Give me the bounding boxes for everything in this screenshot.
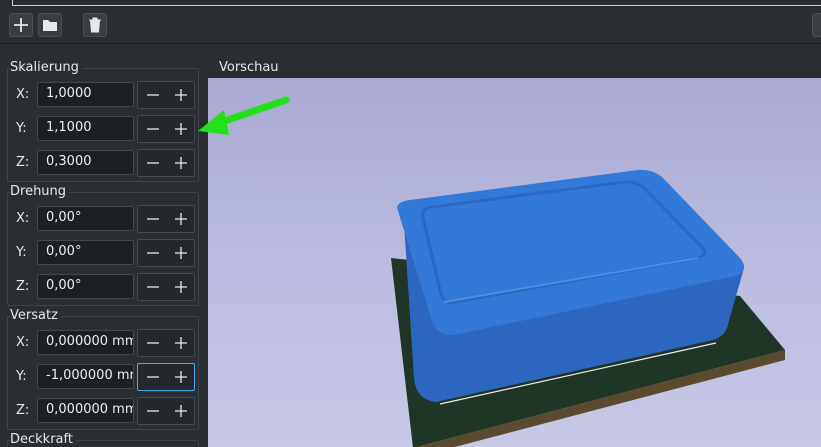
open-folder-button[interactable] [38,13,62,37]
plus-icon [175,281,187,293]
minus-icon [147,286,159,288]
add-button[interactable] [9,13,33,37]
plus-icon [175,89,187,101]
annotation-arrow-icon [198,96,290,135]
rotation-x-decrease-button[interactable] [139,206,167,232]
plus-icon [175,405,187,417]
scaling-row-z: Z: 0,3000 [0,149,200,177]
offset-row-z: Z: 0,000000 mm [0,397,200,425]
scaling-row-x: X: 1,0000 [0,81,200,109]
axis-label: X: [16,87,30,102]
rotation-x-stepper [137,205,195,233]
scale-y-increase-button[interactable] [167,116,195,142]
delete-button[interactable] [83,13,107,37]
minus-icon [147,162,159,164]
rotation-title: Drehung [10,184,70,199]
scaling-title: Skalierung [10,60,82,75]
offset-y-decrease-button[interactable] [139,364,167,390]
top-frame [12,0,821,6]
scale-z-input[interactable]: 0,3000 [37,150,134,175]
offset-x-input[interactable]: 0,000000 mm [37,330,134,355]
rotation-row-y: Y: 0,00° [0,239,200,267]
rotation-y-stepper [137,239,195,267]
offset-z-input[interactable]: 0,000000 mm [37,398,134,423]
axis-label: Y: [16,369,27,384]
offset-y-increase-button[interactable] [167,364,195,390]
offset-x-stepper [137,329,195,357]
offset-z-decrease-button[interactable] [139,398,167,424]
plus-icon [175,337,187,349]
minus-icon [147,342,159,344]
rotation-y-increase-button[interactable] [167,240,195,266]
scale-x-increase-button[interactable] [167,82,195,108]
minus-icon [147,252,159,254]
rotation-z-increase-button[interactable] [167,274,195,300]
minus-icon [147,128,159,130]
rotation-row-x: X: 0,00° [0,205,200,233]
preview-3d-scene [391,169,785,447]
minus-icon [147,376,159,378]
axis-label: Z: [16,403,30,418]
rotation-x-input[interactable]: 0,00° [37,206,134,231]
scale-y-decrease-button[interactable] [139,116,167,142]
toolbar-overflow-button[interactable] [812,13,821,37]
scale-x-stepper [137,81,195,109]
axis-label: X: [16,211,30,226]
plus-icon [14,18,28,32]
scale-y-stepper [137,115,195,143]
scale-x-input[interactable]: 1,0000 [37,82,134,107]
offset-x-decrease-button[interactable] [139,330,167,356]
rotation-z-stepper [137,273,195,301]
scaling-row-y: Y: 1,1000 [0,115,200,143]
trash-icon [89,17,101,33]
offset-row-x: X: 0,000000 mm [0,329,200,357]
rotation-z-input[interactable]: 0,00° [37,274,134,299]
axis-label: Y: [16,121,27,136]
scale-y-input[interactable]: 1,1000 [37,116,134,141]
offset-y-stepper [137,363,195,391]
preview-title: Vorschau [219,60,279,75]
rotation-x-increase-button[interactable] [167,206,195,232]
rotation-z-decrease-button[interactable] [139,274,167,300]
rotation-row-z: Z: 0,00° [0,273,200,301]
axis-label: Z: [16,155,30,170]
axis-label: Y: [16,245,27,260]
plus-icon [175,247,187,259]
rotation-y-input[interactable]: 0,00° [37,240,134,265]
offset-title: Versatz [10,308,61,323]
offset-x-increase-button[interactable] [167,330,195,356]
plus-icon [175,371,187,383]
scale-z-increase-button[interactable] [167,150,195,176]
preview-viewport[interactable] [208,78,821,447]
axis-label: Z: [16,279,30,294]
scale-z-decrease-button[interactable] [139,150,167,176]
minus-icon [147,410,159,412]
offset-z-increase-button[interactable] [167,398,195,424]
plus-icon [175,213,187,225]
axis-label: X: [16,335,30,350]
toolbar-separator [0,43,821,44]
opacity-title: Deckkraft [10,432,76,447]
offset-row-y: Y: -1,000000 mm [0,363,200,391]
scale-x-decrease-button[interactable] [139,82,167,108]
plus-icon [175,123,187,135]
minus-icon [147,218,159,220]
offset-y-input[interactable]: -1,000000 mm [37,364,134,389]
scale-z-stepper [137,149,195,177]
offset-z-stepper [137,397,195,425]
folder-icon [43,20,57,31]
rotation-y-decrease-button[interactable] [139,240,167,266]
minus-icon [147,94,159,96]
plus-icon [175,157,187,169]
